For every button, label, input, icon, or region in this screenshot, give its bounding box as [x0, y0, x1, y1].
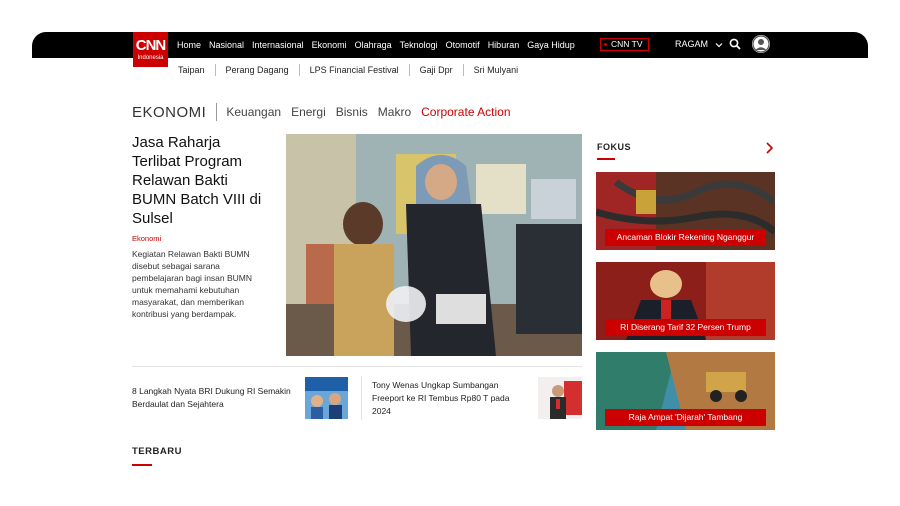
- headline-category[interactable]: Ekonomi: [132, 234, 161, 243]
- divider: [214, 64, 216, 76]
- related-article-thumbnail[interactable]: [538, 377, 582, 419]
- main-nav: Home Nasional Internasional Ekonomi Olah…: [177, 32, 575, 58]
- headline-title[interactable]: Jasa Raharja Terlibat Program Relawan Ba…: [132, 133, 272, 228]
- fokus-heading: FOKUS: [597, 142, 631, 152]
- nav-internasional[interactable]: Internasional: [252, 40, 304, 50]
- divider: [361, 376, 362, 420]
- trending-subnav: Taipan Perang Dagang LPS Financial Festi…: [178, 64, 518, 76]
- fokus-card-label: Raja Ampat 'Dijarah' Tambang: [605, 409, 766, 426]
- fokus-card[interactable]: Raja Ampat 'Dijarah' Tambang: [596, 352, 775, 430]
- headline-image[interactable]: [286, 134, 582, 356]
- nav-teknologi[interactable]: Teknologi: [400, 40, 438, 50]
- ragam-label: RAGAM: [675, 39, 709, 49]
- fokus-card[interactable]: Ancaman Blokir Rekening Nganggur: [596, 172, 775, 250]
- fokus-card-label: Ancaman Blokir Rekening Nganggur: [605, 229, 766, 246]
- nav-olahraga[interactable]: Olahraga: [355, 40, 392, 50]
- nav-nasional[interactable]: Nasional: [209, 40, 244, 50]
- divider: [216, 103, 218, 121]
- nav-gaya-hidup[interactable]: Gaya Hidup: [527, 40, 575, 50]
- nav-home[interactable]: Home: [177, 40, 201, 50]
- nav-ekonomi[interactable]: Ekonomi: [312, 40, 347, 50]
- subnav-item-taipan[interactable]: Taipan: [178, 65, 205, 75]
- chevron-right-icon[interactable]: [764, 141, 774, 155]
- ragam-dropdown[interactable]: RAGAM: [675, 39, 723, 49]
- user-avatar-glyph: [752, 35, 770, 53]
- logo-main: CNN: [135, 37, 167, 54]
- nav-hiburan[interactable]: Hiburan: [488, 40, 520, 50]
- related-article-title[interactable]: 8 Langkah Nyata BRI Dukung RI Semakin Be…: [132, 385, 302, 411]
- section-tab-corporate-action[interactable]: Corporate Action: [421, 105, 510, 119]
- subnav-item-gaji-dpr[interactable]: Gaji Dpr: [420, 65, 453, 75]
- cnn-tv-button[interactable]: CNN TV: [600, 38, 649, 51]
- subnav-item-sri-mulyani[interactable]: Sri Mulyani: [474, 65, 519, 75]
- user-icon[interactable]: [752, 35, 770, 53]
- fokus-card[interactable]: RI Diserang Tarif 32 Persen Trump: [596, 262, 775, 340]
- section-title[interactable]: EKONOMI: [132, 104, 206, 121]
- section-tab-makro[interactable]: Makro: [378, 105, 411, 119]
- fokus-card-label: RI Diserang Tarif 32 Persen Trump: [605, 319, 766, 336]
- cnn-indonesia-logo[interactable]: CNN Indonesia: [133, 32, 168, 67]
- accent-bar: [597, 158, 615, 160]
- divider: [298, 64, 300, 76]
- subnav-item-perang-dagang[interactable]: Perang Dagang: [226, 65, 289, 75]
- terbaru-heading: TERBARU: [132, 446, 182, 457]
- headline-summary: Kegiatan Relawan Bakti BUMN disebut seba…: [132, 249, 253, 319]
- nav-otomotif[interactable]: Otomotif: [446, 40, 480, 50]
- accent-bar: [132, 464, 152, 466]
- related-article-thumbnail[interactable]: [305, 377, 348, 419]
- chevron-down-icon: [715, 42, 722, 47]
- subnav-item-lps[interactable]: LPS Financial Festival: [310, 65, 399, 75]
- search-icon[interactable]: [729, 38, 741, 50]
- divider: [132, 366, 582, 367]
- section-tab-bisnis[interactable]: Bisnis: [336, 105, 368, 119]
- divider: [462, 64, 464, 76]
- divider: [408, 64, 410, 76]
- section-tab-energi[interactable]: Energi: [291, 105, 326, 119]
- logo-sub: Indonesia: [137, 55, 164, 61]
- related-article-title[interactable]: Tony Wenas Ungkap Sumbangan Freeport ke …: [372, 379, 522, 418]
- section-tab-keuangan[interactable]: Keuangan: [226, 105, 281, 119]
- section-header: EKONOMI Keuangan Energi Bisnis Makro Cor…: [132, 103, 521, 121]
